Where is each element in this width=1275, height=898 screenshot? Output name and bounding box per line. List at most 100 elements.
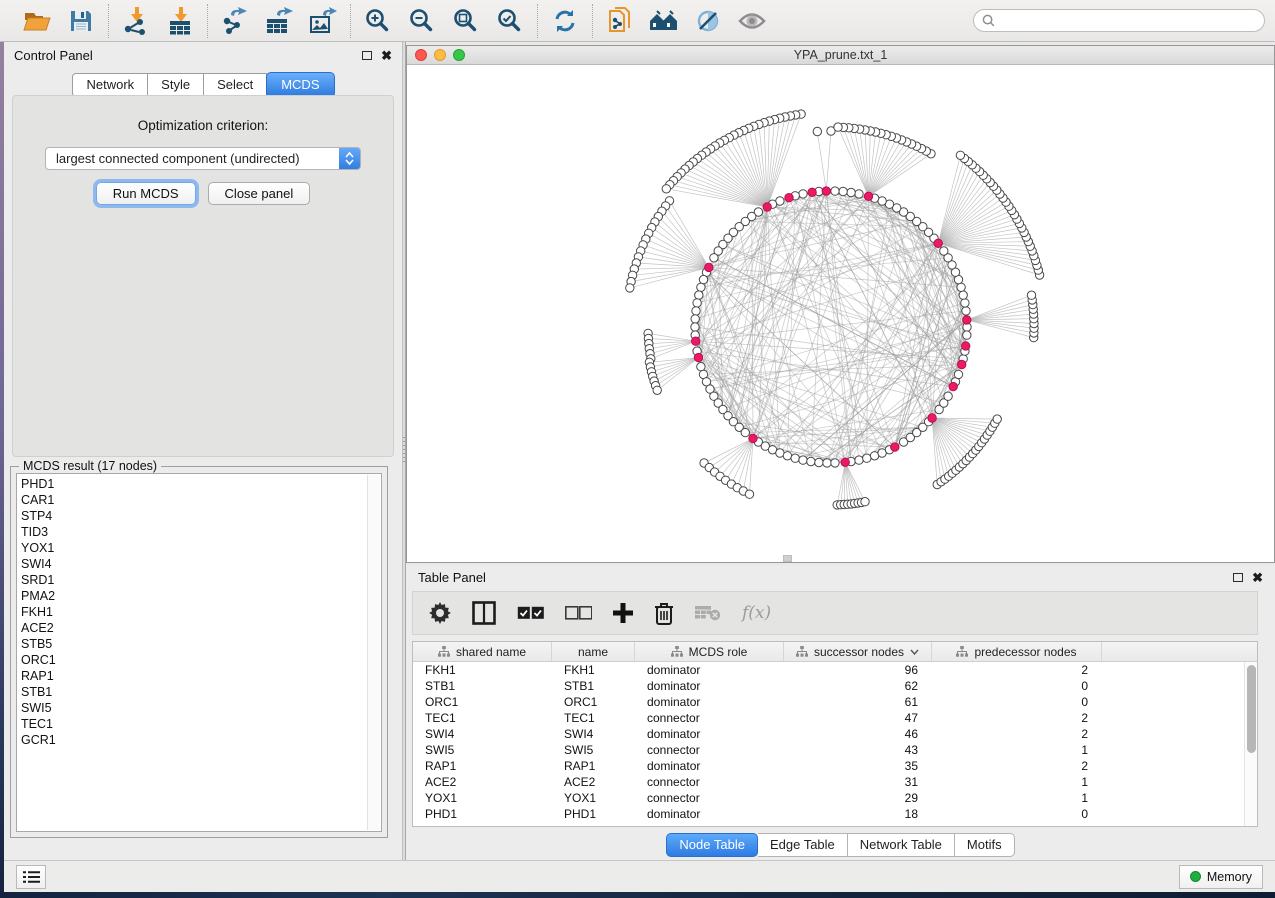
mcds-result-item[interactable]: YOX1 (21, 540, 365, 556)
optimization-criterion-select[interactable]: largest connected component (undirected) (45, 147, 361, 170)
column-header-shared-name[interactable]: shared name (413, 642, 552, 661)
cell-empty (1102, 790, 1244, 806)
network-window-titlebar[interactable]: YPA_prune.txt_1 (407, 46, 1274, 65)
show-hide-graphics-icon[interactable] (737, 6, 767, 36)
table-scrollbar-thumb[interactable] (1247, 665, 1256, 753)
tab-node-table[interactable]: Node Table (666, 833, 758, 857)
run-mcds-button[interactable]: Run MCDS (96, 182, 196, 205)
splitter-grip[interactable] (403, 437, 405, 463)
tab-network-table[interactable]: Network Table (848, 833, 955, 857)
table-row[interactable]: YOX1YOX1connector291 (413, 790, 1244, 806)
tab-motifs[interactable]: Motifs (955, 833, 1015, 857)
column-header-MCDS-role[interactable]: MCDS role (635, 642, 784, 661)
delete-table-icon[interactable] (695, 598, 721, 628)
zoom-fit-icon[interactable] (451, 6, 481, 36)
network-canvas[interactable] (407, 65, 1274, 562)
table-row[interactable]: FKH1FKH1dominator962 (413, 662, 1244, 678)
mcds-result-item[interactable]: RAP1 (21, 668, 365, 684)
mcds-result-item[interactable]: FKH1 (21, 604, 365, 620)
mcds-result-item[interactable]: CAR1 (21, 492, 365, 508)
tab-style[interactable]: Style (148, 73, 204, 97)
mcds-result-item[interactable]: ACE2 (21, 620, 365, 636)
cell-shared_name: STB1 (413, 678, 552, 694)
control-panel-tabs: NetworkStyleSelectMCDS (4, 73, 402, 97)
table-row[interactable]: TEC1TEC1connector472 (413, 710, 1244, 726)
show-panels-button[interactable] (16, 865, 46, 889)
mcds-result-item[interactable]: TID3 (21, 524, 365, 540)
canvas-splitter-handle[interactable] (783, 555, 792, 562)
cell-name: TEC1 (552, 710, 635, 726)
list-icon (23, 870, 40, 884)
mcds-result-item[interactable]: PHD1 (21, 476, 365, 492)
deselect-all-icon[interactable] (565, 598, 592, 628)
mcds-result-item[interactable]: SWI4 (21, 556, 365, 572)
network-nodes[interactable] (626, 110, 1044, 509)
column-header-name[interactable]: name (552, 642, 635, 661)
open-file-icon[interactable] (22, 6, 52, 36)
node-table[interactable]: shared namenameMCDS rolesuccessor nodesp… (412, 641, 1258, 827)
mcds-result-item[interactable]: ORC1 (21, 652, 365, 668)
table-row[interactable]: SWI4SWI4dominator462 (413, 726, 1244, 742)
float-panel-icon[interactable] (362, 51, 372, 60)
import-table-icon[interactable] (165, 6, 195, 36)
mcds-result-item[interactable]: SRD1 (21, 572, 365, 588)
function-builder-icon[interactable]: f(x) (742, 598, 771, 628)
duplicate-network-icon[interactable] (605, 6, 635, 36)
mcds-result-item[interactable]: PMA2 (21, 588, 365, 604)
table-row[interactable]: SWI5SWI5connector431 (413, 742, 1244, 758)
network-graph[interactable] (407, 65, 1274, 562)
table-scrollbar[interactable] (1244, 662, 1257, 826)
cell-predecessors: 0 (932, 694, 1102, 710)
column-header-predecessor-nodes[interactable]: predecessor nodes (932, 642, 1102, 661)
settings-gear-icon[interactable] (429, 598, 451, 628)
float-panel-icon[interactable] (1233, 573, 1243, 582)
search-networks-icon[interactable] (649, 6, 679, 36)
close-panel-icon[interactable]: ✖ (381, 49, 392, 62)
cell-shared_name: RAP1 (413, 758, 552, 774)
column-header-successor-nodes[interactable]: successor nodes (784, 642, 932, 661)
cell-predecessors: 1 (932, 742, 1102, 758)
mcds-result-list[interactable]: PHD1CAR1STP4TID3YOX1SWI4SRD1PMA2FKH1ACE2… (16, 473, 382, 832)
zoom-in-icon[interactable] (363, 6, 393, 36)
zoom-out-icon[interactable] (407, 6, 437, 36)
memory-button[interactable]: Memory (1179, 865, 1263, 889)
mcds-result-item[interactable]: SWI5 (21, 700, 365, 716)
mcds-result-item[interactable]: GCR1 (21, 732, 365, 748)
refresh-icon[interactable] (550, 6, 580, 36)
cell-successors: 62 (784, 678, 932, 694)
delete-column-icon[interactable] (654, 598, 674, 628)
table-row[interactable]: PHD1PHD1dominator180 (413, 806, 1244, 822)
table-row[interactable]: ACE2ACE2connector311 (413, 774, 1244, 790)
mcds-list-scrollbar[interactable] (367, 475, 380, 830)
mcds-result-item[interactable]: STB1 (21, 684, 365, 700)
mcds-result-item[interactable]: STB5 (21, 636, 365, 652)
table-row[interactable]: RAP1RAP1dominator352 (413, 758, 1244, 774)
toggle-bird-view-icon[interactable] (693, 6, 723, 36)
application-window: Control Panel ✖ NetworkStyleSelectMCDS O… (0, 0, 1275, 898)
mcds-result-item[interactable]: TEC1 (21, 716, 365, 732)
export-network-icon[interactable] (220, 6, 250, 36)
close-panel-button[interactable]: Close panel (208, 182, 311, 205)
add-column-icon[interactable] (613, 598, 633, 628)
search-box[interactable] (973, 9, 1265, 32)
optimization-criterion-label: Optimization criterion: (13, 118, 393, 133)
show-column-icon[interactable] (472, 598, 496, 628)
cell-successors: 96 (784, 662, 932, 678)
save-session-icon[interactable] (66, 6, 96, 36)
table-row[interactable]: STB1STB1dominator620 (413, 678, 1244, 694)
close-panel-icon[interactable]: ✖ (1252, 571, 1263, 584)
export-image-icon[interactable] (308, 6, 338, 36)
search-input[interactable] (1000, 14, 1256, 28)
cell-shared_name: SWI4 (413, 726, 552, 742)
tab-edge-table[interactable]: Edge Table (758, 833, 848, 857)
import-network-icon[interactable] (121, 6, 151, 36)
tab-select[interactable]: Select (204, 73, 267, 97)
cell-role: dominator (635, 678, 784, 694)
cell-empty (1102, 774, 1244, 790)
tab-network[interactable]: Network (72, 73, 148, 97)
mcds-result-item[interactable]: STP4 (21, 508, 365, 524)
export-table-icon[interactable] (264, 6, 294, 36)
zoom-selected-icon[interactable] (495, 6, 525, 36)
table-row[interactable]: ORC1ORC1dominator610 (413, 694, 1244, 710)
select-all-icon[interactable] (517, 598, 544, 628)
